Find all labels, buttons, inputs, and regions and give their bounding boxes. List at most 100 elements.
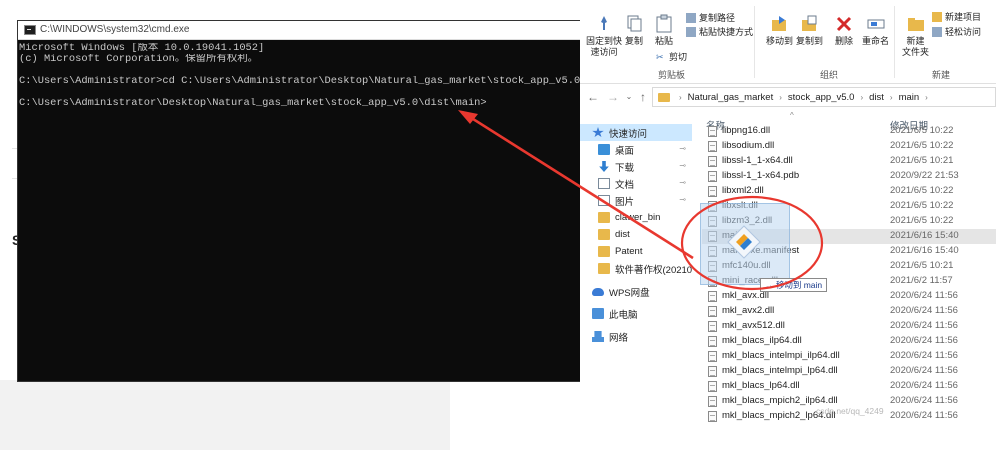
easy-access-label: 轻松访问	[945, 27, 982, 37]
paste-button[interactable]: 粘贴	[654, 14, 674, 47]
nav-item[interactable]: 软件著作权(20210	[580, 260, 692, 277]
file-name: libxml2.dll	[722, 185, 764, 196]
cloud-icon	[592, 287, 604, 296]
organize-group-label: 组织	[820, 70, 839, 80]
address-bar[interactable]: › Natural_gas_market › stock_app_v5.0 › dist ›…	[652, 87, 996, 107]
file-icon	[708, 411, 717, 422]
file-icon	[708, 381, 717, 392]
nav-item[interactable]: clawer_bin	[580, 209, 692, 226]
rename-icon	[867, 19, 884, 29]
nav-item[interactable]: dist	[580, 226, 692, 243]
file-name: mkl_blacs_intelmpi_ilp64.dll	[722, 350, 840, 361]
folder-icon	[598, 246, 610, 257]
paste-shortcut-button[interactable]: 粘贴快捷方式	[686, 25, 753, 38]
cmd-window-title: C:\WINDOWS\system32\cmd.exe	[40, 24, 190, 35]
back-arrow-icon[interactable]: ←	[586, 89, 600, 105]
file-row[interactable]: libssl-1_1-x64.pdb 2020/9/22 21:53	[702, 169, 996, 184]
cmd-console[interactable]: Microsoft Windows [版本 10.0.19041.1052] (c…	[18, 41, 596, 381]
clipboard-group-label: 剪贴板	[658, 70, 686, 80]
pin-icon[interactable]: ⊸	[679, 178, 686, 187]
file-row[interactable]: mkl_avx.dll 2020/6/24 11:56	[702, 289, 996, 304]
copy-path-button[interactable]: 复制路径	[686, 11, 735, 24]
nav-item[interactable]: 此电脑	[580, 305, 692, 322]
file-icon	[708, 321, 717, 332]
file-row[interactable]: mkl_blacs_lp64.dll 2020/6/24 11:56	[702, 379, 996, 394]
nav-item[interactable]: 下载 ⊸	[580, 158, 692, 175]
file-icon	[708, 141, 717, 152]
nav-item-label: 图片	[615, 196, 635, 208]
file-name: libsodium.dll	[722, 140, 775, 151]
nav-item[interactable]: 快速访问	[580, 124, 692, 141]
breadcrumb-item[interactable]: dist	[869, 92, 884, 103]
file-row[interactable]: libsodium.dll 2021/6/5 10:22	[702, 139, 996, 154]
file-row[interactable]: mkl_blacs_intelmpi_lp64.dll 2020/6/24 11:…	[702, 364, 996, 379]
file-row[interactable]: libssl-1_1-x64.dll 2021/6/5 10:21	[702, 154, 996, 169]
nav-item[interactable]: 网络	[580, 328, 692, 345]
file-name: mkl_blacs_intelmpi_lp64.dll	[722, 365, 838, 376]
copy-icon	[627, 15, 642, 32]
forward-arrow-icon[interactable]: →	[606, 89, 620, 105]
cmd-output-line: (c) Microsoft Corporation。保留所有权利。	[19, 54, 259, 65]
move-to-icon	[771, 16, 786, 31]
breadcrumb-item[interactable]: main	[899, 92, 920, 103]
nav-item-label: 网络	[609, 332, 629, 344]
file-name: mkl_avx2.dll	[722, 305, 775, 316]
new-item-icon	[932, 11, 942, 22]
file-row[interactable]: mkl_blacs_intelmpi_ilp64.dll 2020/6/24 11…	[702, 349, 996, 364]
breadcrumb-chevron-icon[interactable]: ›	[890, 93, 893, 102]
nav-item[interactable]: Patent	[580, 243, 692, 260]
delete-button[interactable]: 删除	[834, 14, 854, 47]
recent-locations-chevron-icon[interactable]: ⌄	[622, 89, 636, 105]
nav-item[interactable]: WPS网盘	[580, 283, 692, 300]
pin-icon[interactable]: ⊸	[679, 195, 686, 204]
breadcrumb-item[interactable]: stock_app_v5.0	[788, 92, 855, 103]
cut-button[interactable]: ✂ 剪切	[656, 50, 687, 63]
file-modified-date: 2021/6/5 10:22	[890, 125, 954, 136]
easy-access-button[interactable]: 轻松访问	[932, 25, 981, 38]
file-row[interactable]: libxml2.dll 2021/6/5 10:22	[702, 184, 996, 199]
breadcrumb-chevron-icon[interactable]: ›	[779, 93, 782, 102]
nav-item[interactable]: 桌面 ⊸	[580, 141, 692, 158]
copy-to-button[interactable]: 复制到	[796, 14, 823, 47]
file-modified-date: 2021/6/5 10:22	[890, 185, 954, 196]
nav-item[interactable]: 图片 ⊸	[580, 192, 692, 209]
folder-icon	[658, 92, 670, 102]
nav-item-label: clawer_bin	[615, 212, 661, 223]
document-icon	[598, 178, 610, 189]
cmd-window[interactable]: C:\WINDOWS\system32\cmd.exe Microsoft Wi…	[17, 20, 597, 382]
file-modified-date: 2020/6/24 11:56	[890, 395, 958, 406]
pin-icon[interactable]: ⊸	[679, 144, 686, 153]
paste-icon	[656, 14, 672, 33]
file-row[interactable]: mkl_blacs_ilp64.dll 2020/6/24 11:56	[702, 334, 996, 349]
rename-button[interactable]: 重命名	[862, 14, 889, 47]
file-row[interactable]: libpng16.dll 2021/6/5 10:22	[702, 124, 996, 139]
nav-item[interactable]: 文档 ⊸	[580, 175, 692, 192]
cmd-title-bar[interactable]: C:\WINDOWS\system32\cmd.exe	[18, 21, 596, 40]
new-folder-button[interactable]: 新建 文件夹	[902, 14, 929, 58]
new-item-button[interactable]: 新建项目	[932, 10, 981, 23]
nav-item-label: 快速访问	[609, 128, 648, 140]
copy-button[interactable]: 复制	[624, 14, 644, 47]
file-row[interactable]: mkl_avx512.dll 2020/6/24 11:56	[702, 319, 996, 334]
nav-item-label: 下载	[615, 162, 635, 174]
download-icon	[599, 161, 609, 172]
file-modified-date: 2021/6/5 10:22	[890, 200, 954, 211]
breadcrumb-chevron-icon[interactable]: ›	[925, 93, 928, 102]
ribbon-separator	[894, 6, 895, 78]
breadcrumb-chevron-icon[interactable]: ›	[679, 93, 682, 102]
paste-label: 粘贴	[654, 36, 673, 46]
pin-icon[interactable]: ⊸	[679, 161, 686, 170]
copy-path-label: 复制路径	[699, 13, 736, 23]
nav-item-label: Patent	[615, 246, 643, 257]
nav-item-label: dist	[615, 229, 630, 240]
breadcrumb-chevron-icon[interactable]: ›	[860, 93, 863, 102]
rename-label: 重命名	[862, 36, 890, 46]
file-row[interactable]: mkl_avx2.dll 2020/6/24 11:56	[702, 304, 996, 319]
up-arrow-icon[interactable]: ↑	[636, 89, 650, 105]
copy-path-icon	[686, 12, 696, 23]
move-to-button[interactable]: 移动到	[766, 14, 793, 47]
file-icon	[708, 351, 717, 362]
pin-to-quick-access-button[interactable]: 固定到快 速访问	[586, 14, 622, 58]
file-modified-date: 2021/6/16 15:40	[890, 245, 959, 256]
breadcrumb-item[interactable]: Natural_gas_market	[688, 92, 774, 103]
